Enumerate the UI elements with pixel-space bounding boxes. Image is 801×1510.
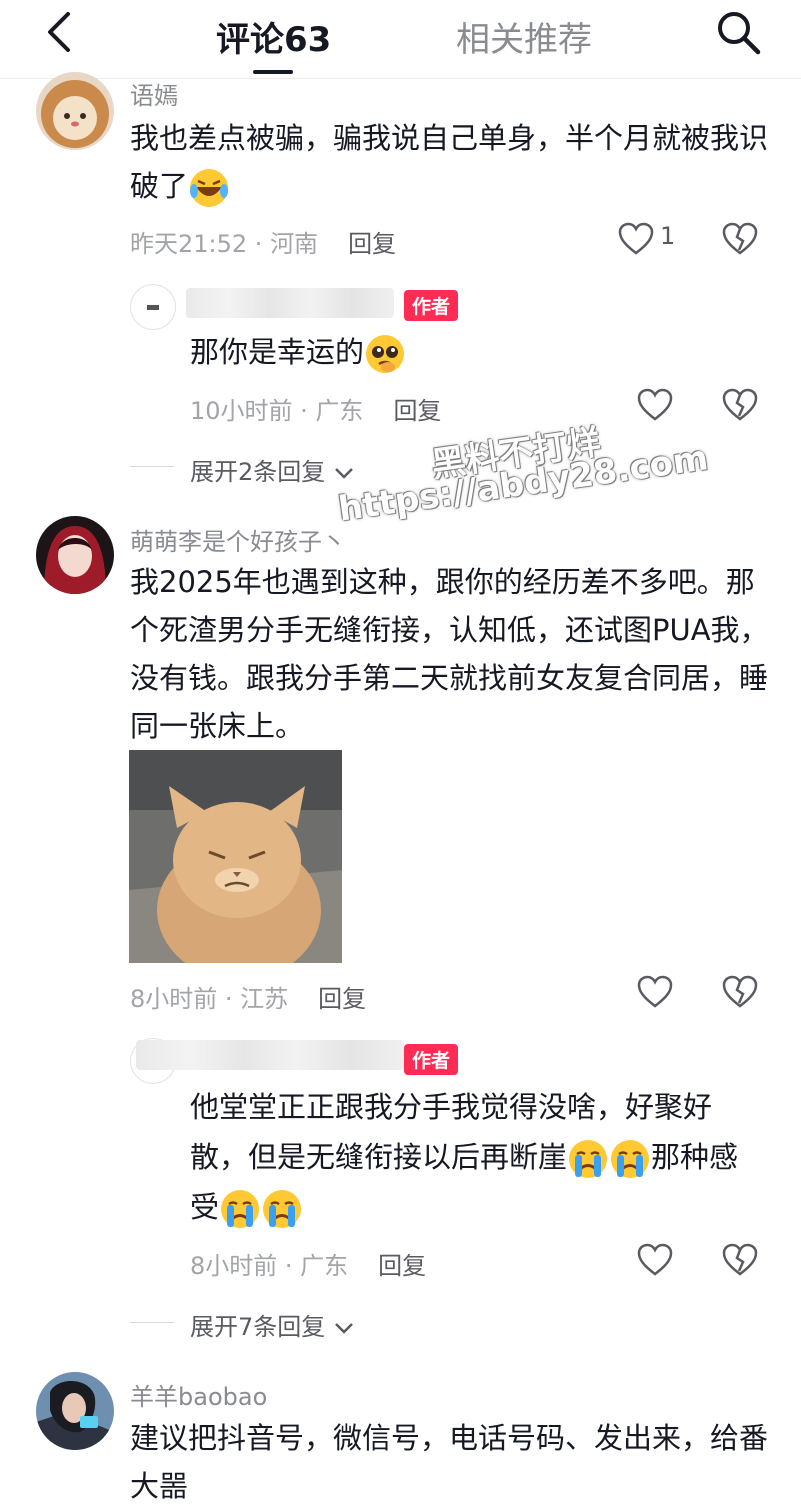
avatar[interactable] [36, 516, 114, 594]
reply-time: 10小时前 [190, 397, 293, 425]
reply-meta: 8小时前 · 广东 回复 [190, 1252, 427, 1280]
active-tab-indicator [253, 70, 293, 74]
blurred-username [136, 1040, 404, 1070]
heart-icon[interactable] [637, 388, 673, 422]
divider [130, 1322, 174, 1323]
comment-time: 8小时前 [130, 985, 218, 1013]
avatar[interactable] [36, 72, 114, 150]
crying-emoji-icon [567, 1138, 609, 1180]
comment-location: 江苏 [240, 985, 289, 1013]
expand-label: 展开2条回复 [190, 458, 326, 486]
crying-emoji-icon [219, 1188, 261, 1230]
chevron-down-icon [335, 1323, 353, 1334]
expand-replies-button[interactable]: 展开2条回复 [190, 452, 355, 487]
comment-location: 河南 [270, 230, 319, 258]
tab-comments[interactable]: 评论63 [216, 12, 331, 61]
reply-button[interactable]: 回复 [393, 397, 441, 425]
like-count: 1 [660, 222, 676, 250]
reply-body: 那你是幸运的 [190, 335, 365, 369]
like-button[interactable]: 1 [618, 220, 688, 256]
top-bar: 评论63 相关推荐 [0, 0, 801, 79]
reply-time: 8小时前 [190, 1252, 278, 1280]
comment-text: 建议把抖音号，微信号，电话号码、发出来，给番大噐 [130, 1421, 769, 1503]
reply-avatar[interactable] [130, 284, 176, 330]
blurred-username [186, 288, 394, 318]
expand-label: 展开7条回复 [190, 1313, 326, 1341]
comment-image-grumpy-cat[interactable] [129, 750, 342, 963]
reply-button[interactable]: 回复 [348, 230, 396, 258]
heart-icon[interactable] [637, 1243, 673, 1277]
comment-text: 我也差点被骗，骗我说自己单身，半个月就被我识破了 [130, 114, 770, 210]
reply-button[interactable]: 回复 [318, 985, 366, 1013]
dislike-broken-heart-icon[interactable] [722, 1243, 758, 1277]
back-arrow-icon[interactable] [40, 10, 80, 54]
chevron-down-icon [335, 468, 353, 479]
reply-location: 广东 [300, 1252, 349, 1280]
search-icon[interactable] [712, 6, 764, 58]
reply-button[interactable]: 回复 [378, 1252, 426, 1280]
heart-icon [618, 222, 654, 255]
heart-icon[interactable] [637, 975, 673, 1009]
dislike-broken-heart-icon[interactable] [722, 388, 758, 422]
dislike-broken-heart-icon[interactable] [722, 975, 758, 1009]
comment-meta: 昨天21:52 · 河南 回复 [130, 230, 397, 258]
laugh-cry-emoji-icon [188, 167, 230, 209]
comment-text: 我2025年也遇到这种，跟你的经历差不多吧。那个死渣男分手无缝衔接，认知低，还试… [130, 565, 769, 743]
reply-text: 那你是幸运的 [190, 328, 750, 376]
reply-location: 广东 [315, 397, 364, 425]
author-badge: 作者 [404, 1044, 459, 1075]
author-badge: 作者 [404, 290, 459, 321]
comment-username[interactable]: 萌萌李是个好孩子丶 [130, 522, 346, 557]
pleading-emoji-icon [364, 333, 406, 375]
comment-time: 昨天21:52 [130, 230, 248, 258]
comment-username[interactable]: 羊羊baobao [130, 1377, 267, 1412]
avatar[interactable] [36, 1372, 114, 1450]
tab-related[interactable]: 相关推荐 [456, 12, 592, 61]
crying-emoji-icon [261, 1188, 303, 1230]
dislike-broken-heart-icon[interactable] [722, 222, 758, 256]
comment-username[interactable]: 语嫣 [130, 76, 178, 111]
divider [130, 466, 174, 467]
reply-meta: 10小时前 · 广东 回复 [190, 397, 442, 425]
reply-text: 他堂堂正正跟我分手我觉得没啥，好聚好散，但是无缝衔接以后再断崖 那种感受 [190, 1082, 765, 1232]
crying-emoji-icon [609, 1138, 651, 1180]
comment-meta: 8小时前 · 江苏 回复 [130, 985, 367, 1013]
expand-replies-button[interactable]: 展开7条回复 [190, 1307, 355, 1342]
